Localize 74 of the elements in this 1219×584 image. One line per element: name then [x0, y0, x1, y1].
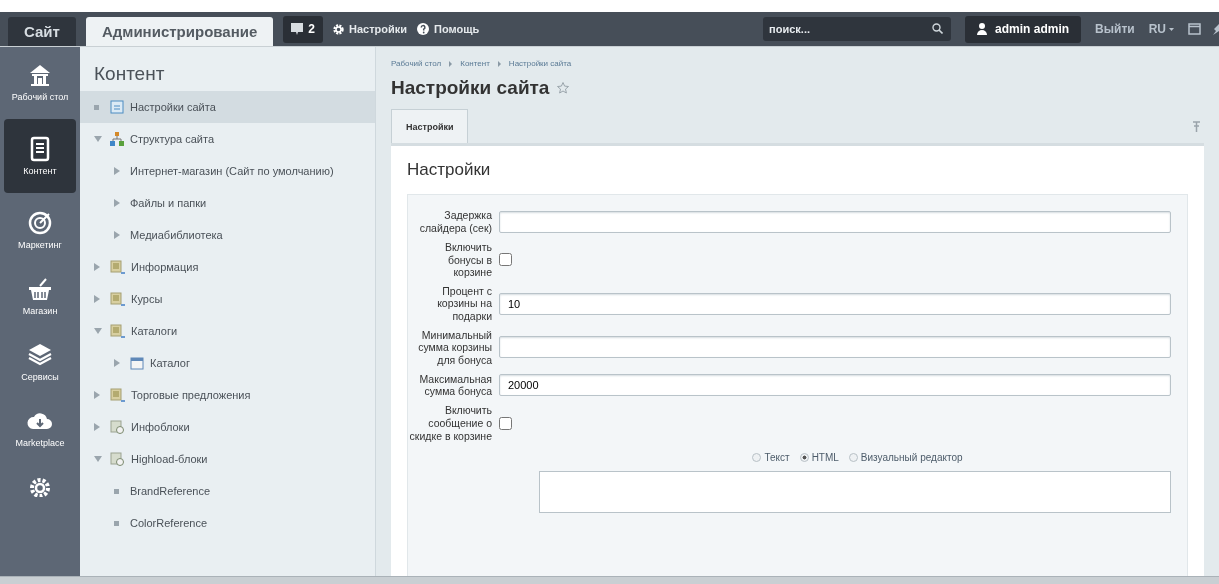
field-label: Включить сообщение о скидке в корзине [408, 404, 492, 443]
tree-item[interactable]: Информация [80, 251, 375, 283]
calendar-icon [130, 356, 144, 370]
search-icon[interactable] [932, 23, 944, 34]
folder-icon [110, 292, 125, 306]
folder-icon [110, 324, 125, 338]
star-icon[interactable] [557, 82, 570, 94]
field-label: Максимальная сумма бонуса [418, 372, 492, 398]
editor-mode-radio[interactable]: Визуальный редактор [848, 452, 963, 464]
search-field[interactable]: поиск... [763, 17, 952, 41]
message-icon [291, 23, 304, 35]
header-link[interactable]: Помощь [417, 23, 480, 35]
tree-item[interactable]: Настройки сайта [80, 91, 375, 123]
tree-item[interactable]: Медиабиблиотека [80, 219, 375, 251]
field-label: Минимальный сумма корзины для бонуса [417, 328, 492, 367]
page-icon [110, 100, 124, 114]
tree-item[interactable]: Каталог [80, 347, 375, 379]
field-label: Задержка слайдера (сек) [418, 209, 492, 235]
input-field[interactable] [499, 336, 1171, 359]
input-field[interactable]: 10 [499, 292, 1171, 315]
tree-item[interactable]: Интернет-магазин (Сайт по умолчанию) [80, 155, 375, 187]
breadcrumb-link[interactable]: Контент [460, 59, 490, 68]
top-tab[interactable]: Администрирование [85, 17, 274, 46]
collapse-icon[interactable] [94, 328, 104, 334]
notifications-button[interactable]: 2 [283, 15, 323, 43]
tree-item[interactable]: ColorReference [80, 507, 375, 539]
page-title: Настройки сайта [391, 77, 550, 99]
nav-item[interactable]: Сервисы [4, 333, 76, 391]
nav-item[interactable]: Магазин [4, 267, 76, 325]
tree-item[interactable]: Инфоблоки [80, 411, 375, 443]
nav-item[interactable]: Marketplace [4, 399, 76, 457]
folder-icon [110, 388, 125, 402]
tab[interactable]: Настройки [391, 109, 469, 143]
section-title: Настройки [407, 159, 492, 181]
scrollbar[interactable] [0, 576, 1219, 584]
top-tab[interactable]: Сайт [8, 17, 76, 46]
breadcrumb-link[interactable]: Рабочий стол [391, 59, 442, 68]
tree-item[interactable]: Каталоги [80, 315, 375, 347]
tree-item[interactable]: Курсы [80, 283, 375, 315]
editor-mode-radio[interactable]: Текст [752, 452, 790, 464]
person-icon [977, 23, 988, 35]
block-gear-icon [110, 420, 125, 434]
folder-icon [110, 260, 125, 274]
sitemap-icon [110, 132, 124, 146]
block-gear-icon [110, 452, 125, 466]
tree-item[interactable]: BrandReference [80, 475, 375, 507]
user-button[interactable]: admin admin [965, 15, 1082, 43]
nav-item[interactable]: Рабочий стол [4, 53, 76, 111]
breadcrumb-link[interactable]: Настройки сайта [508, 59, 572, 68]
checkbox[interactable] [499, 253, 512, 267]
field-label: Процент с корзины на подарки [436, 284, 492, 323]
language-selector[interactable]: RU [1148, 22, 1174, 36]
window-icon[interactable] [1188, 23, 1201, 35]
nav-item[interactable]: Маркетинг [4, 201, 76, 259]
panel-title: Контент [93, 62, 166, 86]
tree-item[interactable]: Структура сайта [80, 123, 375, 155]
input-field[interactable]: 20000 [499, 374, 1171, 397]
field-label: Включить бонусы в корзине [443, 241, 492, 279]
help-icon [417, 23, 429, 35]
input-field[interactable] [499, 211, 1171, 233]
logout-link[interactable]: Выйти [1095, 22, 1135, 36]
nav-item[interactable]: Контент [4, 119, 76, 193]
tree-item[interactable]: Торговые предложения [80, 379, 375, 411]
tree-item[interactable]: Highload-блоки [80, 443, 375, 475]
checkbox[interactable] [499, 416, 512, 430]
tree-item[interactable]: Файлы и папки [80, 187, 375, 219]
gear-icon [332, 23, 344, 35]
editor-mode-radio[interactable]: HTML [799, 452, 839, 464]
gear-icon[interactable] [27, 475, 53, 497]
caret-icon [1169, 27, 1174, 31]
header-link[interactable]: Настройки [332, 23, 407, 35]
collapse-icon[interactable] [94, 136, 104, 142]
collapse-icon[interactable] [94, 456, 104, 462]
text-area[interactable] [539, 471, 1171, 514]
